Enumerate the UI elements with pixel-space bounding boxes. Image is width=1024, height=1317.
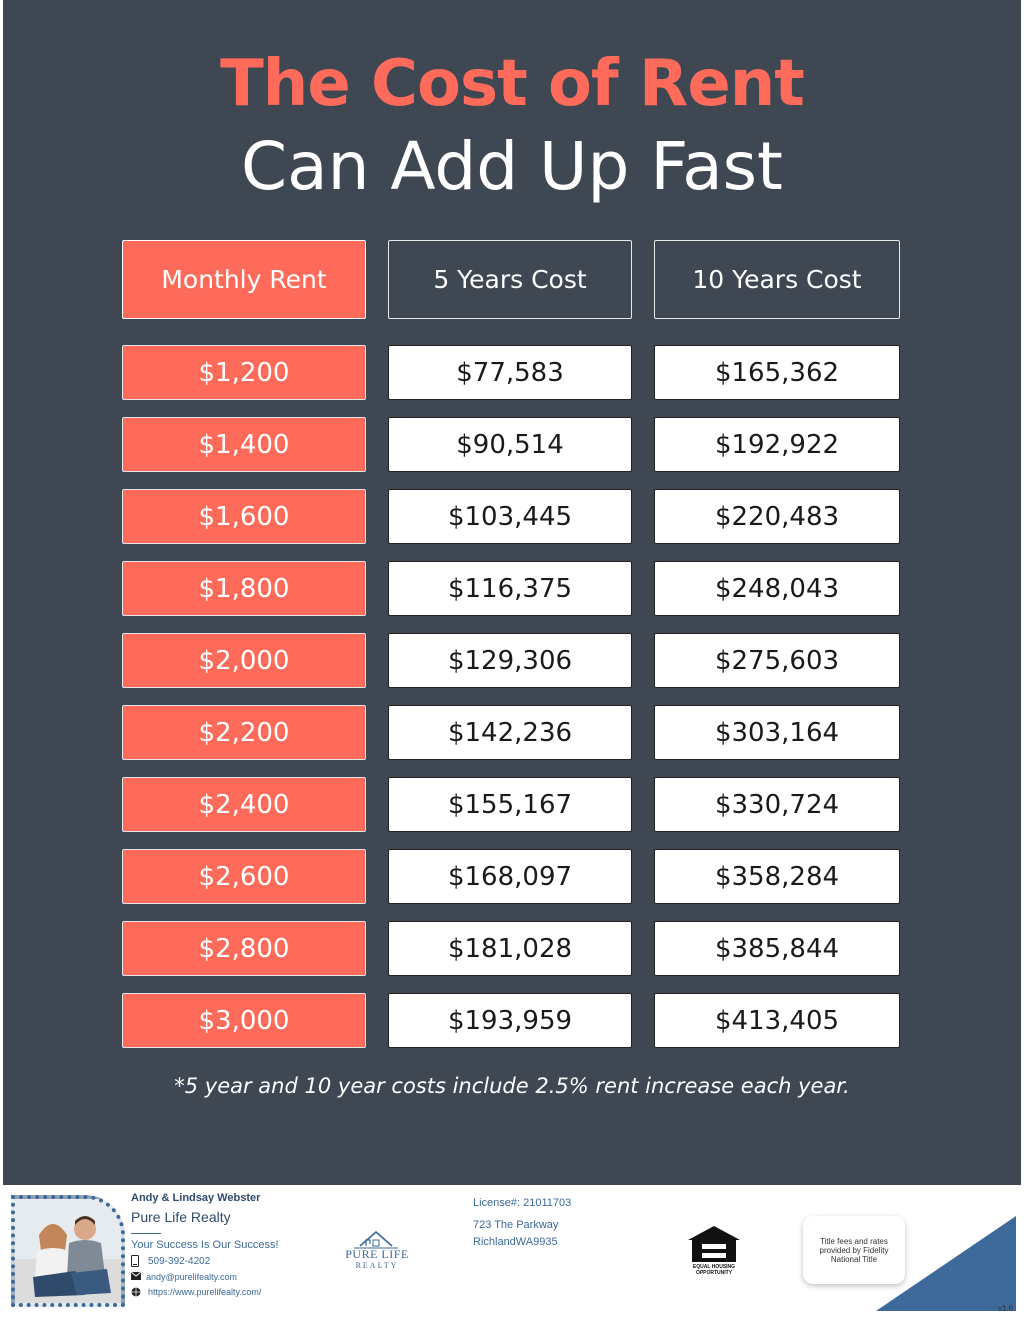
equal-housing-text: EQUAL HOUSING OPPORTUNITY	[692, 1264, 736, 1276]
version-label: v1.6	[998, 1304, 1014, 1313]
logo-text-bottom: REALTY	[355, 1261, 399, 1270]
company-name: Pure Life Realty	[131, 1209, 231, 1225]
five-year-cost-cell: $155,167	[388, 777, 632, 832]
pure-life-realty-logo: PURE LIFE REALTY	[340, 1228, 414, 1274]
five-year-cost-cell: $142,236	[388, 705, 632, 760]
ten-year-cost-cell: $248,043	[654, 561, 900, 616]
five-year-cost-cell: $103,445	[388, 489, 632, 544]
mail-icon	[130, 1271, 142, 1283]
ten-year-cost-cell: $275,603	[654, 633, 900, 688]
five-year-cost-cell: $90,514	[388, 417, 632, 472]
agent-photo	[11, 1195, 125, 1307]
monthly-rent-cell: $1,400	[122, 417, 366, 472]
tagline: Your Success Is Our Success!	[131, 1239, 279, 1251]
five-year-cost-cell: $181,028	[388, 921, 632, 976]
ten-year-cost-cell: $220,483	[654, 489, 900, 544]
address-line-2: RichlandWA9935	[473, 1236, 558, 1248]
five-year-cost-cell: $193,959	[388, 993, 632, 1048]
column-header-monthly-rent: Monthly Rent	[122, 240, 366, 319]
monthly-rent-cell: $1,200	[122, 345, 366, 400]
footnote: *5 year and 10 year costs include 2.5% r…	[174, 1074, 850, 1098]
five-year-cost-cell: $77,583	[388, 345, 632, 400]
monthly-rent-cell: $2,400	[122, 777, 366, 832]
five-year-cost-cell: $168,097	[388, 849, 632, 904]
title-line-1: The Cost of Rent	[220, 47, 805, 121]
monthly-rent-cell: $3,000	[122, 993, 366, 1048]
corner-accent	[876, 1216, 1016, 1311]
monthly-rent-cell: $2,800	[122, 921, 366, 976]
title-line-2: Can Add Up Fast	[241, 128, 783, 205]
monthly-rent-cell: $2,600	[122, 849, 366, 904]
monthly-rent-cell: $2,200	[122, 705, 366, 760]
monthly-rent-cell: $2,000	[122, 633, 366, 688]
ten-year-cost-cell: $303,164	[654, 705, 900, 760]
agent-name: Andy & Lindsay Webster	[131, 1192, 261, 1204]
globe-icon	[131, 1287, 141, 1300]
monthly-rent-cell: $1,600	[122, 489, 366, 544]
column-header-10-years: 10 Years Cost	[654, 240, 900, 319]
phone-icon	[131, 1255, 139, 1270]
ten-year-cost-cell: $192,922	[654, 417, 900, 472]
ten-year-cost-cell: $385,844	[654, 921, 900, 976]
five-year-cost-cell: $116,375	[388, 561, 632, 616]
equal-housing-icon: EQUAL HOUSING OPPORTUNITY	[684, 1224, 744, 1276]
ten-year-cost-cell: $165,362	[654, 345, 900, 400]
license-number: License#: 21011703	[473, 1197, 572, 1209]
ten-year-cost-cell: $330,724	[654, 777, 900, 832]
email-link[interactable]: andy@purelifealty.com	[146, 1272, 237, 1282]
ten-year-cost-cell: $358,284	[654, 849, 900, 904]
column-header-5-years: 5 Years Cost	[388, 240, 632, 319]
five-year-cost-cell: $129,306	[388, 633, 632, 688]
address-line-1: 723 The Parkway	[473, 1219, 559, 1231]
phone-link[interactable]: 509-392-4202	[148, 1256, 210, 1267]
ten-year-cost-cell: $413,405	[654, 993, 900, 1048]
monthly-rent-cell: $1,800	[122, 561, 366, 616]
logo-text-top: PURE LIFE	[345, 1247, 409, 1261]
footer-divider	[131, 1233, 161, 1234]
website-link[interactable]: https://www.purelifealty.com/	[148, 1287, 261, 1297]
